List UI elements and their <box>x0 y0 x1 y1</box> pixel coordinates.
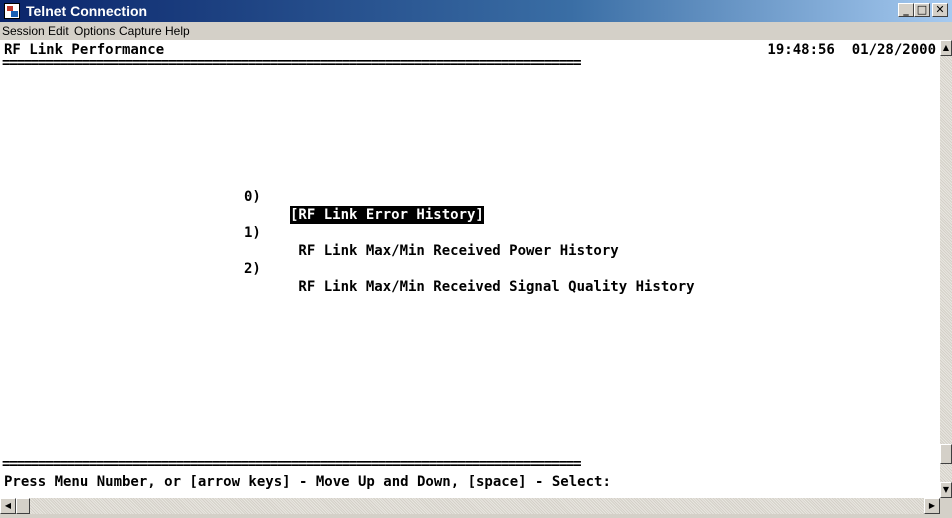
vertical-scroll-thumb[interactable] <box>940 444 952 464</box>
menu-options[interactable]: Options <box>72 24 117 38</box>
scroll-down-icon[interactable]: ▼ <box>940 482 952 498</box>
command-prompt: Press Menu Number, or [arrow keys] - Mov… <box>4 474 611 490</box>
menu-capture[interactable]: Capture <box>117 24 164 38</box>
telnet-app-icon[interactable] <box>4 3 20 19</box>
scroll-up-icon[interactable]: ▲ <box>940 40 952 56</box>
bottom-divider: ========================================… <box>2 456 582 472</box>
telnet-window: Telnet Connection _ □ ✕ Session Edit Opt… <box>0 0 952 518</box>
close-button[interactable]: ✕ <box>932 3 948 17</box>
menu-session[interactable]: Session <box>0 24 47 38</box>
menu-option-number: 2) <box>244 261 261 277</box>
scroll-left-icon[interactable]: ◀ <box>0 498 16 514</box>
menu-option-number: 0) <box>244 189 261 205</box>
menu-option-2[interactable]: 2) RF Link Max/Min Received Signal Quali… <box>0 242 695 314</box>
horizontal-scrollbar[interactable]: ◀ ▶ <box>0 498 940 514</box>
maximize-button[interactable]: □ <box>914 3 930 17</box>
title-bar[interactable]: Telnet Connection _ □ ✕ <box>0 0 952 22</box>
minimize-button[interactable]: _ <box>898 3 914 17</box>
horizontal-scroll-thumb[interactable] <box>16 498 30 514</box>
menu-help[interactable]: Help <box>163 24 192 38</box>
scroll-right-icon[interactable]: ▶ <box>924 498 940 514</box>
menu-option-label: RF Link Max/Min Received Signal Quality … <box>290 279 695 295</box>
window-title: Telnet Connection <box>26 3 148 19</box>
menu-option-label: RF Link Max/Min Received Power History <box>290 243 619 259</box>
vertical-scrollbar[interactable]: ▲ ▼ <box>940 40 952 498</box>
terminal-screen[interactable]: RF Link Performance 19:48:56 01/28/2000 … <box>0 40 940 498</box>
menu-bar: Session Edit Options Capture Help <box>0 22 952 40</box>
menu-option-label: [RF Link Error History] <box>290 206 484 224</box>
top-divider: ========================================… <box>2 55 582 71</box>
menu-edit[interactable]: Edit <box>46 24 71 38</box>
scrollbar-corner <box>940 498 952 514</box>
menu-option-number: 1) <box>244 225 261 241</box>
